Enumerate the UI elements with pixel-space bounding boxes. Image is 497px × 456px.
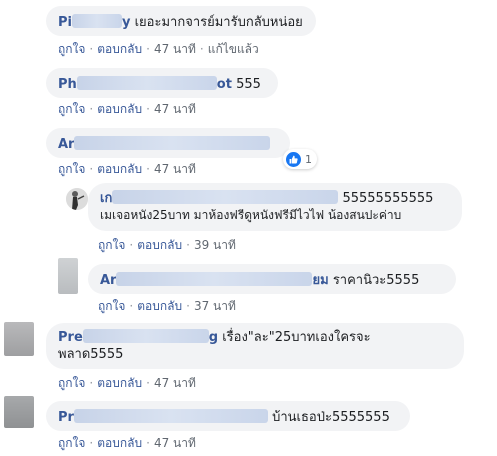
- reply-link[interactable]: ตอบกลับ: [137, 299, 182, 313]
- comment-actions-4: ถูกใจ · ตอบกลับ · 47 นาที: [58, 376, 196, 390]
- comment-time[interactable]: 47 นาที: [154, 376, 196, 390]
- comment-text: เรื่อง"ละ"25บาทเองใครจะ: [222, 330, 371, 345]
- like-link[interactable]: ถูกใจ: [98, 238, 125, 252]
- commenter-name[interactable]: Ph: [58, 77, 77, 92]
- reply-link[interactable]: ตอบกลับ: [97, 42, 142, 56]
- reply-link[interactable]: ตอบกลับ: [97, 102, 142, 116]
- avatar[interactable]: [4, 396, 34, 428]
- blurred-name: [71, 14, 122, 28]
- blurred-name: [82, 329, 209, 343]
- comment-bubble-3: Ar: [46, 128, 290, 158]
- commenter-name-end[interactable]: g: [209, 330, 218, 345]
- comment-text-line2: พลาด5555: [58, 347, 124, 362]
- blurred-name: [116, 272, 313, 286]
- comment-text-line2: เมเจอหนัง25บาท มาห้องฟรีดูหนังฟรีมีไวไฟ …: [100, 208, 402, 222]
- reply-actions-2: ถูกใจ · ตอบกลับ · 37 นาที: [98, 299, 236, 313]
- commenter-name-end[interactable]: ยม: [312, 273, 328, 288]
- comment-time[interactable]: 47 นาที: [154, 436, 196, 450]
- like-link[interactable]: ถูกใจ: [58, 42, 85, 56]
- commenter-name[interactable]: Pre: [58, 330, 83, 345]
- comment-bubble-1: Pi y เยอะมากจารย์มารับกลับหน่อย: [46, 6, 316, 36]
- blurred-name: [76, 76, 217, 90]
- commenter-name-end[interactable]: y: [122, 15, 130, 30]
- reply-actions-1: ถูกใจ · ตอบกลับ · 39 นาที: [98, 238, 236, 252]
- comment-bubble-2: Ph ot 555: [46, 68, 278, 98]
- commenter-name[interactable]: Pr: [58, 410, 74, 425]
- blurred-name: [74, 136, 271, 150]
- like-link[interactable]: ถูกใจ: [98, 299, 125, 313]
- comment-actions-3: ถูกใจ · ตอบกลับ · 47 นาที: [58, 162, 196, 176]
- comment-text: บ้านเธอป่ะ5555555: [272, 410, 390, 425]
- comment-text: 55555555555: [342, 191, 434, 206]
- comment-time[interactable]: 47 นาที: [154, 102, 196, 116]
- comment-actions-2: ถูกใจ · ตอบกลับ · 47 นาที: [58, 102, 196, 116]
- commenter-name[interactable]: Ar: [58, 137, 74, 152]
- comment-text: ราคานิวะ5555: [332, 273, 420, 288]
- commenter-name-end[interactable]: ot: [217, 77, 232, 92]
- reaction-count: 1: [305, 152, 312, 166]
- reply-link[interactable]: ตอบกลับ: [97, 376, 142, 390]
- reply-link[interactable]: ตอบกลับ: [97, 162, 142, 176]
- comment-time[interactable]: 37 นาที: [194, 299, 236, 313]
- like-reaction-icon: [286, 151, 301, 167]
- comment-actions-5: ถูกใจ · ตอบกลับ · 47 นาที: [58, 436, 196, 450]
- commenter-name[interactable]: Pi: [58, 15, 72, 30]
- reply-link[interactable]: ตอบกลับ: [137, 238, 182, 252]
- like-link[interactable]: ถูกใจ: [58, 436, 85, 450]
- comment-actions-1: ถูกใจ · ตอบกลับ · 47 นาที · แก้ไขแล้ว: [58, 42, 259, 56]
- comment-time[interactable]: 39 นาที: [194, 238, 236, 252]
- reaction-count-badge[interactable]: 1: [283, 149, 317, 169]
- reply-bubble-1: เก 55555555555 เมเจอหนัง25บาท มาห้องฟรีด…: [88, 183, 462, 231]
- edited-label[interactable]: แก้ไขแล้ว: [208, 42, 259, 56]
- avatar[interactable]: [4, 322, 34, 356]
- avatar[interactable]: [66, 188, 88, 210]
- avatar[interactable]: [58, 258, 78, 294]
- comment-bubble-4: Pre g เรื่อง"ละ"25บาทเองใครจะ พลาด5555: [46, 323, 464, 369]
- like-link[interactable]: ถูกใจ: [58, 102, 85, 116]
- like-link[interactable]: ถูกใจ: [58, 162, 85, 176]
- avatar-image: [66, 188, 88, 210]
- blurred-name: [73, 409, 268, 423]
- commenter-name[interactable]: Ar: [100, 273, 116, 288]
- reply-bubble-2: Ar ยม ราคานิวะ5555: [88, 264, 456, 294]
- commenter-name[interactable]: เก: [100, 191, 112, 206]
- reply-link[interactable]: ตอบกลับ: [97, 436, 142, 450]
- comment-text: 555: [236, 77, 261, 92]
- comment-text: เยอะมากจารย์มารับกลับหน่อย: [134, 15, 303, 30]
- like-link[interactable]: ถูกใจ: [58, 376, 85, 390]
- comment-time[interactable]: 47 นาที: [154, 42, 196, 56]
- comment-time[interactable]: 47 นาที: [154, 162, 196, 176]
- comment-bubble-5: Pr บ้านเธอป่ะ5555555: [46, 401, 410, 431]
- blurred-name: [112, 190, 339, 204]
